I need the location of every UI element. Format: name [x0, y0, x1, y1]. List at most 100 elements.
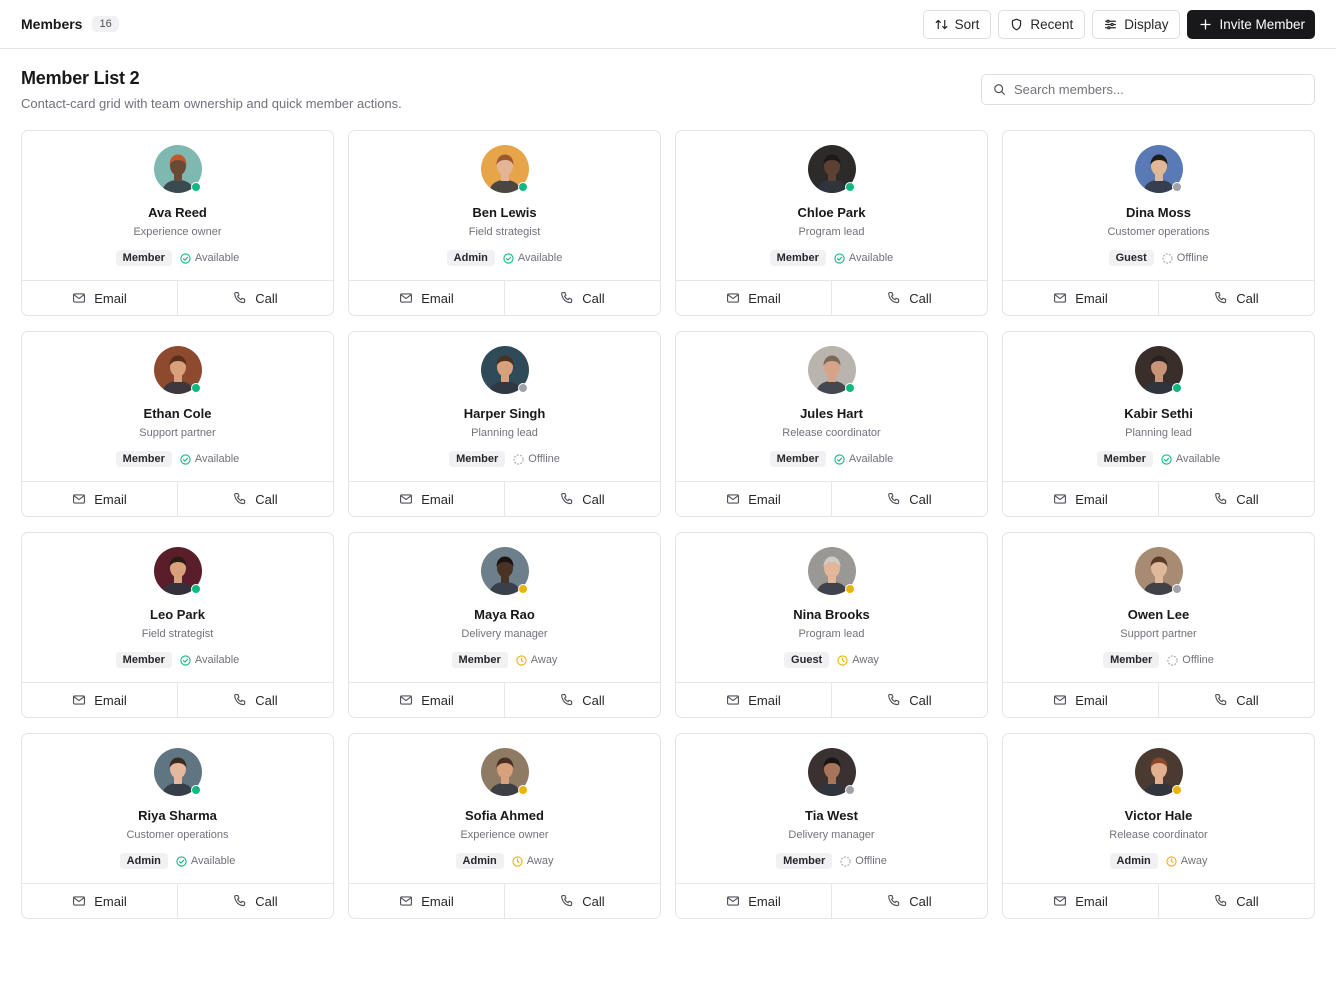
- recent-button[interactable]: Recent: [998, 9, 1086, 39]
- member-meta: Member Offline: [1103, 652, 1214, 668]
- status-label: Away: [1180, 855, 1208, 867]
- phone-icon: [233, 291, 247, 305]
- call-button[interactable]: Call: [831, 683, 987, 717]
- call-button-label: Call: [255, 290, 278, 306]
- avatar: [480, 547, 529, 595]
- call-button-label: Call: [909, 692, 932, 708]
- mail-icon: [72, 291, 86, 305]
- member-card-body: Ava Reed Experience owner Member Available: [22, 131, 333, 281]
- email-button[interactable]: Email: [676, 683, 831, 717]
- member-card-body: Harper Singh Planning lead Member Offline: [349, 332, 660, 482]
- call-button[interactable]: Call: [1158, 884, 1314, 918]
- member-name: Ben Lewis: [472, 205, 537, 220]
- email-button[interactable]: Email: [349, 281, 504, 315]
- member-role: Planning lead: [1125, 427, 1192, 439]
- email-button-label: Email: [421, 491, 454, 507]
- email-button-label: Email: [748, 893, 781, 909]
- search-box[interactable]: [981, 74, 1315, 105]
- call-button[interactable]: Call: [1158, 281, 1314, 315]
- call-button[interactable]: Call: [177, 683, 333, 717]
- call-button[interactable]: Call: [1158, 683, 1314, 717]
- presence-dot: [844, 584, 855, 594]
- member-meta: Guest Offline: [1108, 250, 1209, 266]
- call-button-label: Call: [255, 692, 278, 708]
- phone-icon: [887, 492, 901, 506]
- sort-button[interactable]: Sort: [922, 9, 992, 39]
- shield-icon: [1010, 18, 1023, 31]
- avatar: [807, 145, 856, 193]
- member-card: Harper Singh Planning lead Member Offline Em…: [348, 331, 661, 517]
- email-button[interactable]: Email: [22, 281, 177, 315]
- member-meta: Member Available: [1096, 451, 1220, 467]
- phone-icon: [560, 693, 574, 707]
- status-indicator: Available: [834, 453, 893, 465]
- call-button[interactable]: Call: [177, 884, 333, 918]
- members-title: Members: [21, 16, 83, 32]
- search-input[interactable]: [1014, 82, 1294, 97]
- call-button[interactable]: Call: [1158, 482, 1314, 516]
- phone-icon: [560, 492, 574, 506]
- email-button-label: Email: [94, 893, 127, 909]
- call-button[interactable]: Call: [177, 281, 333, 315]
- status-indicator: Away: [837, 654, 879, 666]
- mail-icon: [1053, 291, 1067, 305]
- avatar: [480, 346, 529, 394]
- check-circle-icon: [176, 855, 187, 867]
- member-card-body: Dina Moss Customer operations Guest Offline: [1003, 131, 1314, 281]
- mail-icon: [1053, 894, 1067, 908]
- member-card: Victor Hale Release coordinator Admin Away E…: [1002, 733, 1315, 919]
- email-button[interactable]: Email: [676, 884, 831, 918]
- avatar: [480, 145, 529, 193]
- invite-member-button[interactable]: Invite Member: [1187, 9, 1315, 39]
- phone-icon: [887, 894, 901, 908]
- call-button[interactable]: Call: [831, 884, 987, 918]
- phone-icon: [1214, 291, 1228, 305]
- member-count-badge: 16: [92, 16, 119, 32]
- clock-icon: [516, 654, 527, 666]
- phone-icon: [560, 291, 574, 305]
- email-button[interactable]: Email: [349, 884, 504, 918]
- dashed-circle-icon: [1162, 252, 1173, 264]
- access-badge: Admin: [446, 250, 495, 266]
- email-button[interactable]: Email: [676, 281, 831, 315]
- call-button[interactable]: Call: [504, 281, 660, 315]
- email-button[interactable]: Email: [1003, 482, 1158, 516]
- display-button-label: Display: [1124, 16, 1169, 32]
- presence-dot: [190, 584, 201, 594]
- member-name: Nina Brooks: [793, 607, 870, 622]
- email-button[interactable]: Email: [22, 683, 177, 717]
- call-button[interactable]: Call: [831, 281, 987, 315]
- presence-dot: [190, 182, 201, 192]
- call-button[interactable]: Call: [504, 884, 660, 918]
- call-button[interactable]: Call: [504, 683, 660, 717]
- call-button[interactable]: Call: [831, 482, 987, 516]
- status-label: Offline: [1182, 654, 1214, 666]
- email-button[interactable]: Email: [1003, 884, 1158, 918]
- member-card-body: Owen Lee Support partner Member Offline: [1003, 533, 1314, 683]
- call-button[interactable]: Call: [504, 482, 660, 516]
- email-button[interactable]: Email: [349, 683, 504, 717]
- member-card-body: Kabir Sethi Planning lead Member Available: [1003, 332, 1314, 482]
- call-button[interactable]: Call: [177, 482, 333, 516]
- member-card-actions: Email Call: [676, 281, 987, 315]
- email-button[interactable]: Email: [349, 482, 504, 516]
- status-label: Offline: [1176, 252, 1209, 264]
- email-button-label: Email: [1075, 692, 1108, 708]
- email-button[interactable]: Email: [1003, 683, 1158, 717]
- email-button[interactable]: Email: [1003, 281, 1158, 315]
- member-name: Ethan Cole: [143, 406, 212, 421]
- member-card-actions: Email Call: [349, 683, 660, 717]
- member-meta: Admin Available: [119, 853, 235, 869]
- member-card: Jules Hart Release coordinator Member Avail…: [675, 331, 988, 517]
- email-button[interactable]: Email: [676, 482, 831, 516]
- access-badge: Guest: [1108, 250, 1154, 266]
- email-button[interactable]: Email: [22, 482, 177, 516]
- member-card: Nina Brooks Program lead Guest Away Email Cal…: [675, 532, 988, 718]
- presence-dot: [1171, 785, 1182, 795]
- email-button[interactable]: Email: [22, 884, 177, 918]
- member-card: Leo Park Field strategist Member Available E…: [21, 532, 334, 718]
- member-role: Delivery manager: [461, 628, 548, 640]
- toolbar-actions: Sort Recent Display Invite Member: [922, 9, 1315, 39]
- display-button[interactable]: Display: [1092, 9, 1181, 39]
- sort-icon: [935, 18, 948, 31]
